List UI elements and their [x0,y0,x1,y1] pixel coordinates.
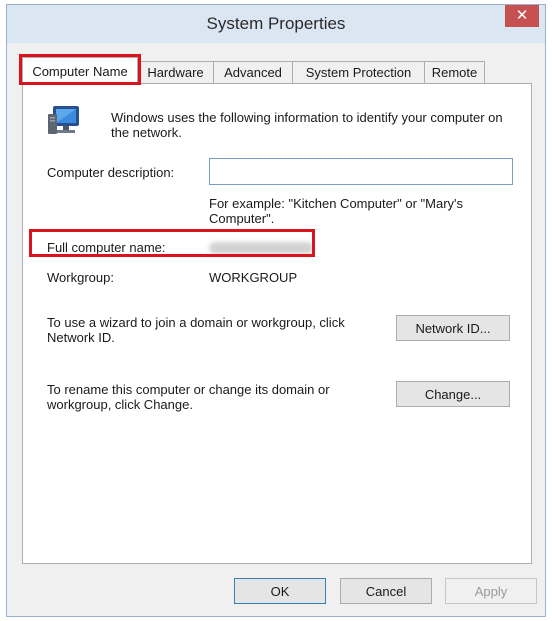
intro-text: Windows uses the following information t… [111,110,503,140]
tab-system-protection[interactable]: System Protection [292,61,425,83]
tab-remote[interactable]: Remote [424,61,485,83]
computer-name-panel: Windows uses the following information t… [22,83,532,564]
workgroup-value: WORKGROUP [209,270,298,285]
rename-instructions: To rename this computer or change its do… [47,382,330,412]
tab-hardware[interactable]: Hardware [137,61,214,83]
network-id-instructions: To use a wizard to join a domain or work… [47,315,345,345]
apply-button[interactable]: Apply [445,578,537,604]
workgroup-label: Workgroup: [47,270,114,285]
tab-advanced[interactable]: Advanced [213,61,293,83]
change-button[interactable]: Change... [396,381,510,407]
system-properties-window: System Properties ✕ Computer Name Hardwa… [6,4,546,617]
cancel-button[interactable]: Cancel [340,578,432,604]
computer-icon [47,104,87,140]
close-button[interactable]: ✕ [505,5,539,27]
computer-description-label: Computer description: [47,165,175,180]
example-text: For example: "Kitchen Computer" or "Mary… [209,196,464,226]
window-title: System Properties [206,14,346,33]
tab-computer-name[interactable]: Computer Name [22,57,138,84]
title-bar: System Properties ✕ [7,5,545,43]
close-icon: ✕ [515,7,529,24]
full-computer-name-label: Full computer name: [47,240,166,255]
obscured-computer-name [209,242,313,254]
network-id-button[interactable]: Network ID... [396,315,510,341]
ok-button[interactable]: OK [234,578,326,604]
computer-description-input[interactable] [209,158,513,185]
